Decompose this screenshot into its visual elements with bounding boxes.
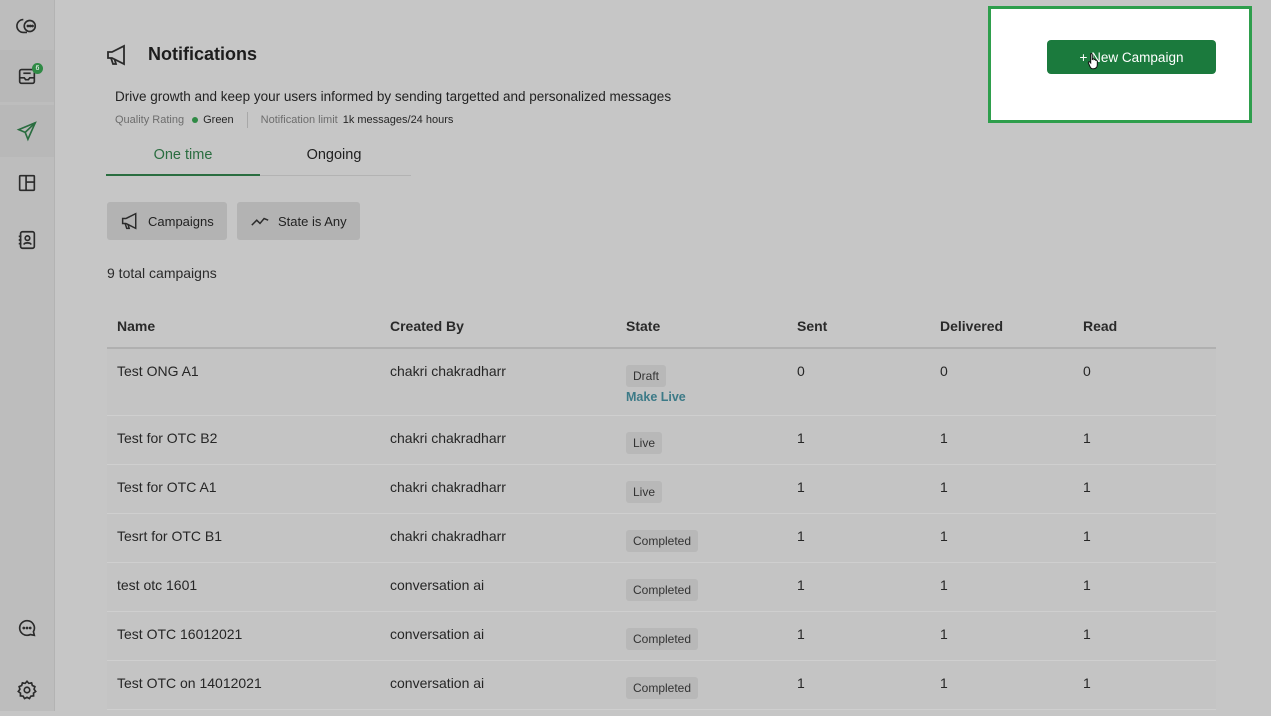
delivered-count: 1 xyxy=(940,675,948,691)
campaign-tabs: One time Ongoing xyxy=(106,140,411,176)
campaign-creator: chakri chakradharr xyxy=(390,528,506,544)
quality-rating-value: Green xyxy=(203,114,234,126)
trend-line-icon xyxy=(251,217,269,226)
status-dot-icon xyxy=(192,117,199,123)
status-badge: Completed xyxy=(626,677,699,699)
campaigns-filter-button[interactable]: Campaigns xyxy=(107,202,227,240)
message-icon xyxy=(18,619,36,637)
notification-limit-value: 1k messages/24 hours xyxy=(342,114,454,126)
megaphone-icon xyxy=(107,44,125,66)
campaigns-table: Name Created By State Sent Delivered Rea… xyxy=(107,309,1216,710)
make-live-link[interactable]: Make Live xyxy=(626,390,686,404)
gear-icon xyxy=(17,680,37,700)
state-filter-label: State is Any xyxy=(278,213,347,229)
delivered-count: 1 xyxy=(940,528,948,544)
page-meta: Quality Rating Green Notification limit … xyxy=(115,112,453,128)
read-count: 1 xyxy=(1083,577,1091,593)
delivered-count: 1 xyxy=(940,430,948,446)
inbox-badge: 6 xyxy=(32,63,43,74)
campaign-creator: chakri chakradharr xyxy=(390,479,506,495)
meta-divider xyxy=(246,112,248,128)
tab-ongoing[interactable]: Ongoing xyxy=(257,140,411,174)
sidebar-item-inbox[interactable]: 6 xyxy=(0,50,54,102)
status-badge: Live xyxy=(626,481,663,503)
column-header-name[interactable]: Name xyxy=(117,318,155,334)
column-header-delivered[interactable]: Delivered xyxy=(940,318,1003,334)
campaign-name[interactable]: Test ONG A1 xyxy=(117,363,199,379)
sent-count: 1 xyxy=(797,528,805,544)
read-count: 1 xyxy=(1083,430,1091,446)
delivered-count: 1 xyxy=(940,626,948,642)
table-row[interactable]: Test for OTC A1 chakri chakradharr Live … xyxy=(107,465,1216,514)
status-badge: Completed xyxy=(626,628,699,650)
column-header-sent[interactable]: Sent xyxy=(797,318,827,334)
contacts-icon xyxy=(18,230,36,250)
tab-one-time[interactable]: One time xyxy=(106,140,260,176)
campaign-creator: chakri chakradharr xyxy=(390,363,506,379)
sidebar-item-messages[interactable] xyxy=(0,602,54,654)
campaign-name[interactable]: Test for OTC B2 xyxy=(117,430,217,446)
sidebar-item-settings[interactable] xyxy=(0,664,54,716)
page-subtitle: Drive growth and keep your users informe… xyxy=(115,89,672,104)
campaign-name[interactable]: test otc 1601 xyxy=(117,577,197,593)
table-row[interactable]: Test OTC on 14012021 conversation ai Com… xyxy=(107,661,1216,710)
campaign-name[interactable]: Test for OTC A1 xyxy=(117,479,217,495)
sent-count: 1 xyxy=(797,479,805,495)
sent-count: 0 xyxy=(797,363,805,379)
status-badge: Completed xyxy=(626,530,699,552)
read-count: 0 xyxy=(1083,363,1091,379)
delivered-count: 1 xyxy=(940,479,948,495)
campaign-creator: conversation ai xyxy=(390,626,485,642)
read-count: 1 xyxy=(1083,626,1091,642)
campaign-name[interactable]: Tesrt for OTC B1 xyxy=(117,528,222,544)
quality-rating-label: Quality Rating xyxy=(115,114,185,126)
table-row[interactable]: Test OTC 16012021 conversation ai Comple… xyxy=(107,612,1216,661)
read-count: 1 xyxy=(1083,479,1091,495)
sidebar-item-chat[interactable] xyxy=(0,0,54,52)
megaphone-icon xyxy=(121,212,137,230)
sidebar-item-contacts[interactable] xyxy=(0,214,54,266)
status-badge: Draft xyxy=(626,365,667,387)
delivered-count: 1 xyxy=(940,577,948,593)
chat-bubble-icon xyxy=(16,18,37,34)
table-row[interactable]: Tesrt for OTC B1 chakri chakradharr Comp… xyxy=(107,514,1216,563)
column-header-read[interactable]: Read xyxy=(1083,318,1117,334)
delivered-count: 0 xyxy=(940,363,948,379)
send-icon xyxy=(16,121,37,142)
sent-count: 1 xyxy=(797,626,805,642)
campaign-creator: conversation ai xyxy=(390,675,485,691)
table-row[interactable]: test otc 1601 conversation ai Completed … xyxy=(107,563,1216,612)
sidebar: 6 xyxy=(0,0,55,711)
layout-icon xyxy=(18,174,36,192)
sent-count: 1 xyxy=(797,430,805,446)
sidebar-item-layout[interactable] xyxy=(0,157,54,209)
campaign-name[interactable]: Test OTC 16012021 xyxy=(117,626,242,642)
sent-count: 1 xyxy=(797,577,805,593)
sidebar-item-notifications[interactable] xyxy=(0,105,54,157)
column-header-state[interactable]: State xyxy=(626,318,660,334)
table-row[interactable]: Test for OTC B2 chakri chakradharr Live … xyxy=(107,416,1216,465)
campaign-creator: chakri chakradharr xyxy=(390,430,506,446)
new-campaign-button[interactable]: + New Campaign xyxy=(1047,40,1216,74)
campaign-creator: conversation ai xyxy=(390,577,485,593)
page-title: Notifications xyxy=(148,44,258,64)
status-badge: Completed xyxy=(626,579,699,601)
total-campaigns-count: 9 total campaigns xyxy=(107,265,217,281)
read-count: 1 xyxy=(1083,528,1091,544)
state-filter-button[interactable]: State is Any xyxy=(237,202,360,240)
table-row[interactable]: Test ONG A1 chakri chakradharr Draft Mak… xyxy=(107,349,1216,416)
new-campaign-highlight: + New Campaign xyxy=(988,6,1252,123)
sent-count: 1 xyxy=(797,675,805,691)
read-count: 1 xyxy=(1083,675,1091,691)
campaign-name[interactable]: Test OTC on 14012021 xyxy=(117,675,262,691)
status-badge: Live xyxy=(626,432,663,454)
notification-limit-label: Notification limit xyxy=(260,114,338,126)
table-header: Name Created By State Sent Delivered Rea… xyxy=(107,309,1216,349)
column-header-created-by[interactable]: Created By xyxy=(390,318,464,334)
hand-cursor-icon xyxy=(1087,52,1098,70)
campaigns-filter-label: Campaigns xyxy=(148,213,214,229)
